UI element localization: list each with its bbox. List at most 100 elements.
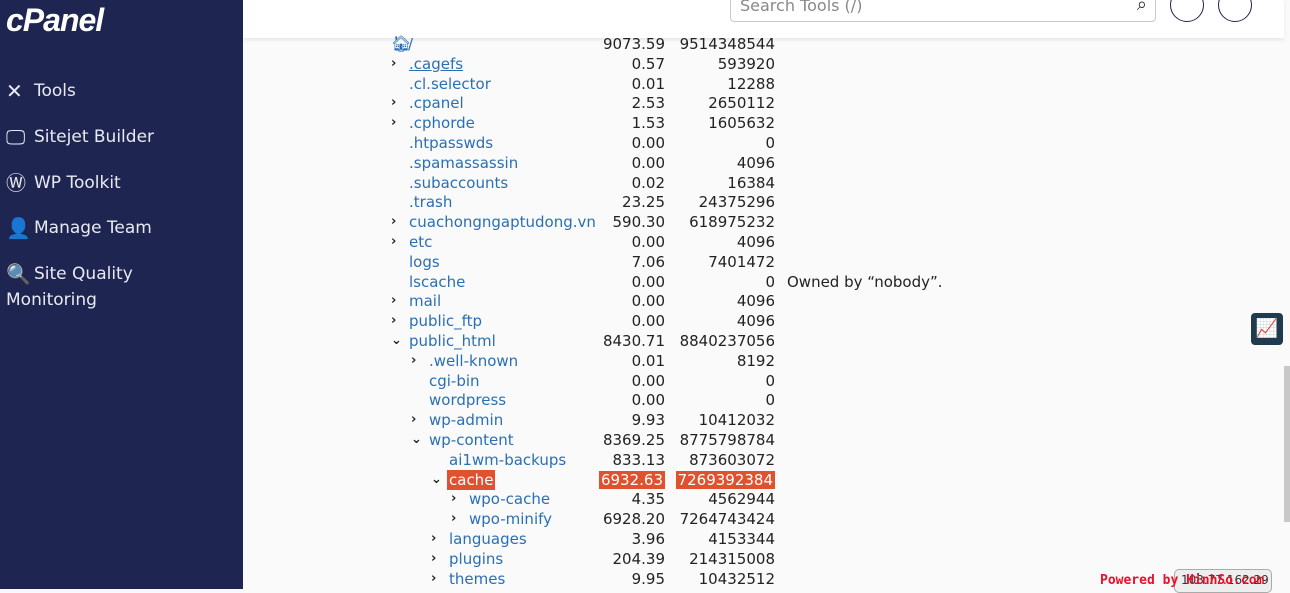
table-row: › themes 9.95 10432512 [0, 569, 1000, 589]
chevron-right-icon[interactable]: › [411, 410, 416, 430]
size-mb: 0.00 [631, 272, 665, 291]
chevron-right-icon[interactable]: › [391, 113, 396, 133]
size-bytes: 8840237056 [679, 332, 775, 350]
size-bytes: 1605632 [708, 114, 775, 133]
folder-link[interactable]: wpo-cache [469, 489, 550, 509]
table-row: › plugins 204.39 214315008 [0, 549, 1000, 569]
table-row: › languages 3.96 4153344 [0, 529, 1000, 549]
folder-link[interactable]: etc [409, 232, 432, 252]
size-bytes: 9514348544 [679, 35, 775, 53]
size-mb: 3.96 [631, 530, 665, 548]
folder-link[interactable]: themes [449, 569, 505, 589]
chevron-right-icon[interactable]: › [431, 549, 436, 569]
chevron-down-icon[interactable]: ⌄ [411, 430, 422, 450]
table-row: logs 7.06 7401472 [0, 252, 1000, 272]
folder-link[interactable]: languages [449, 529, 527, 549]
chevron-right-icon[interactable]: › [391, 311, 396, 331]
folder-link[interactable]: .htpasswds [409, 133, 493, 153]
folder-link[interactable]: .subaccounts [409, 173, 508, 193]
size-bytes: 4562944 [708, 490, 775, 509]
chevron-right-icon[interactable]: › [451, 509, 456, 529]
table-row: ⌄ public_html 8430.71 8840237056 [0, 331, 1000, 351]
size-mb: 0.00 [631, 153, 665, 172]
folder-link[interactable]: wordpress [429, 390, 506, 410]
search-input[interactable]: Search Tools (/) ⌕ [730, 0, 1156, 22]
table-row: lscache 0.00 0 Owned by “nobody”. [0, 272, 1000, 292]
size-bytes: 12288 [727, 74, 775, 93]
folder-link[interactable]: .well-known [429, 351, 518, 371]
folder-link[interactable]: .spamassassin [409, 153, 518, 173]
table-row: › wpo-minify 6928.20 7264743424 [0, 509, 1000, 529]
folder-link[interactable]: public_html [409, 331, 496, 351]
folder-link[interactable]: wp-admin [429, 410, 503, 430]
chevron-down-icon[interactable]: ⌄ [391, 331, 402, 351]
folder-link[interactable]: cgi-bin [429, 371, 480, 391]
size-mb: 7.06 [631, 252, 665, 271]
folder-link[interactable]: .cagefs [409, 54, 463, 74]
size-mb: 833.13 [612, 450, 666, 469]
folder-link[interactable]: public_ftp [409, 311, 482, 331]
size-mb: 204.39 [612, 549, 666, 568]
folder-link[interactable]: .trash [409, 192, 452, 212]
table-row: .subaccounts 0.02 16384 [0, 173, 1000, 193]
table-row: › wpo-cache 4.35 4562944 [0, 489, 1000, 509]
user-icon[interactable] [1218, 0, 1252, 22]
folder-link[interactable]: / [408, 34, 413, 54]
size-bytes: 618975232 [689, 213, 775, 232]
chevron-right-icon[interactable]: › [411, 351, 416, 371]
folder-link[interactable]: lscache [409, 272, 465, 292]
size-mb: 590.30 [612, 213, 666, 232]
folder-link[interactable]: plugins [449, 549, 503, 569]
size-bytes: 24375296 [698, 193, 775, 212]
search-icon[interactable]: ⌕ [1137, 0, 1147, 15]
folder-link[interactable]: .cpanel [409, 93, 464, 113]
table-row: wordpress 0.00 0 [0, 390, 1000, 410]
chevron-right-icon[interactable]: › [451, 489, 456, 509]
chevron-right-icon[interactable]: › [391, 54, 396, 74]
chevron-right-icon[interactable]: › [391, 232, 396, 252]
size-mb: 0.01 [631, 74, 665, 93]
table-row: › public_ftp 0.00 4096 [0, 311, 1000, 331]
folder-link[interactable]: mail [409, 291, 441, 311]
chevron-right-icon[interactable]: › [431, 529, 436, 549]
size-bytes: 10412032 [698, 411, 775, 430]
folder-link[interactable]: wpo-minify [469, 509, 552, 529]
table-row: › .cpanel 2.53 2650112 [0, 93, 1000, 113]
size-bytes: 0 [765, 134, 775, 152]
size-mb: 0.01 [631, 351, 665, 370]
size-mb: 9.95 [631, 569, 665, 588]
chevron-right-icon[interactable]: › [391, 291, 396, 311]
bell-icon[interactable] [1170, 0, 1204, 22]
chevron-right-icon[interactable]: › [431, 569, 436, 589]
size-mb: 0.00 [631, 134, 665, 152]
table-row: ⌄ wp-content 8369.25 8775798784 [0, 430, 1000, 450]
size-bytes: 7269392384 [675, 470, 775, 489]
watermark: Powered by HinhSo.com [1100, 573, 1265, 588]
size-bytes: 214315008 [689, 549, 775, 568]
table-row: › .cagefs 0.57 593920 [0, 54, 1000, 74]
search-placeholder: Search Tools (/) [740, 0, 863, 15]
size-mb: 6932.63 [598, 470, 665, 489]
size-mb: 2.53 [631, 94, 665, 113]
size-bytes: 10432512 [698, 569, 775, 588]
size-bytes: 4153344 [708, 530, 775, 548]
table-row: › etc 0.00 4096 [0, 232, 1000, 252]
folder-link[interactable]: ai1wm-backups [449, 450, 566, 470]
folder-link[interactable]: .cl.selector [409, 74, 491, 94]
folder-link[interactable]: cache [447, 469, 496, 490]
size-bytes: 7264743424 [679, 510, 775, 529]
chevron-right-icon[interactable]: › [391, 212, 396, 232]
table-row: › .cphorde 1.53 1605632 [0, 113, 1000, 133]
size-mb: 4.35 [631, 490, 665, 509]
owner-note: Owned by “nobody”. [787, 272, 943, 291]
size-mb: 0.00 [631, 312, 665, 331]
size-bytes: 8192 [736, 351, 775, 370]
chevron-down-icon[interactable]: ⌄ [431, 470, 442, 490]
size-bytes: 16384 [727, 173, 775, 192]
folder-link[interactable]: logs [409, 252, 440, 272]
folder-link[interactable]: wp-content [429, 430, 514, 450]
scrollbar[interactable] [1284, 366, 1290, 522]
chevron-right-icon[interactable]: › [391, 93, 396, 113]
chart-icon[interactable]: 📈 [1251, 313, 1283, 345]
folder-link[interactable]: .cphorde [409, 113, 475, 133]
